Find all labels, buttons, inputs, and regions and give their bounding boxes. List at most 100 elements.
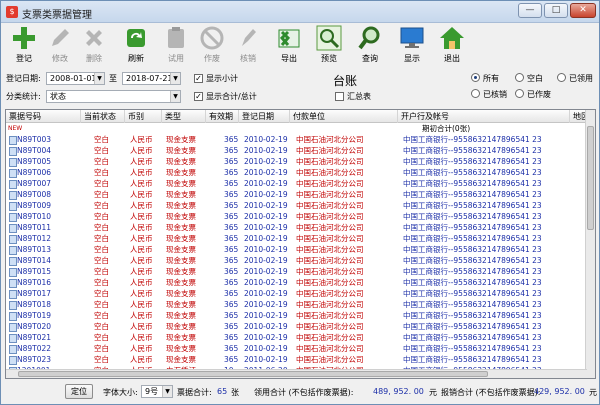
column-header[interactable]: 类型 [162, 110, 206, 123]
horizontal-scrollbar[interactable] [6, 369, 587, 378]
column-header[interactable]: 票据号码 [6, 110, 81, 123]
minimize-button[interactable]: — [518, 3, 542, 18]
table-row[interactable]: N89T008 空白 人民币 现金支票 365 2010-02-19 中国石油河北分公司 中国… [6, 189, 595, 200]
toolbar-writeoff-button[interactable]: 核销 [231, 23, 265, 67]
table-row[interactable]: N89T013 空白 人民币 现金支票 365 2010-02-19 中国石油河北分公司 中国… [6, 244, 595, 255]
table-row[interactable]: N89T020 空白 人民币 现金支票 365 2010-02-19 中国石油河北分公司 中国… [6, 321, 595, 332]
table-row[interactable]: N89T006 空白 人民币 现金支票 365 2010-02-19 中国石油河北分公司 中国… [6, 167, 595, 178]
chevron-down-icon: ▼ [170, 73, 180, 84]
table-row[interactable]: N89T021 空白 人民币 现金支票 365 2010-02-19 中国石油河北分公司 中国… [6, 332, 595, 343]
scroll-thumb[interactable] [587, 126, 594, 230]
toolbar-preview-button[interactable]: 预览 [312, 23, 346, 67]
ticket-grid[interactable]: 票据号码 当前状态 币别 类型 有效期 登记日期 付款单位 开户行及帐号 地区 … [5, 109, 596, 379]
date-from-picker[interactable]: 2008-01-01 ▼ [46, 72, 105, 85]
excel-icon [276, 25, 302, 51]
table-row[interactable]: N89T016 空白 人民币 现金支票 365 2010-02-19 中国石油河北分公司 中国… [6, 277, 595, 288]
table-row[interactable]: N89T014 空白 人民币 现金支票 365 2010-02-19 中国石油河北分公司 中国… [6, 255, 595, 266]
cell-date: 2010-02-19 [244, 168, 288, 177]
table-row[interactable]: N89T017 空白 人民币 现金支票 365 2010-02-19 中国石油河北分公司 中国… [6, 288, 595, 299]
cell-date: 2010-02-19 [244, 267, 288, 276]
close-button[interactable]: ✕ [570, 3, 596, 18]
column-header[interactable]: 付款单位 [290, 110, 398, 123]
toolbar-display-button[interactable]: 显示 [395, 23, 429, 67]
vertical-scrollbar[interactable] [585, 110, 595, 378]
cell-status: 空白 [94, 344, 109, 353]
status-radio-blank[interactable] [515, 73, 524, 82]
font-size-select[interactable]: 9号 ▼ [141, 385, 173, 398]
toolbar-edit-button[interactable]: 修改 [43, 23, 77, 67]
cell-date: 2010-02-19 [244, 212, 288, 221]
toolbar-export-button[interactable]: 导出 [272, 23, 306, 67]
show-total-label: 显示合计/总计 [206, 92, 257, 101]
table-row[interactable]: N89T011 空白 人民币 现金支票 365 2010-02-19 中国石油河北分公司 中国… [6, 222, 595, 233]
table-row[interactable]: N89T015 空白 人民币 现金支票 365 2010-02-19 中国石油河北分公司 中国… [6, 266, 595, 277]
status-radio-all[interactable] [471, 73, 480, 82]
ledger-title: 台账 [333, 74, 358, 88]
cell-valid: 365 [224, 201, 239, 210]
column-header[interactable]: 开户行及帐号 [398, 110, 570, 123]
cell-currency: 人民币 [130, 212, 153, 221]
cell-valid: 365 [224, 300, 239, 309]
cell-currency: 人民币 [130, 168, 153, 177]
cell-date: 2010-02-19 [244, 300, 288, 309]
cell-date: 2010-02-19 [244, 355, 288, 364]
group-label: 分类统计: [6, 92, 41, 101]
cell-currency: 人民币 [130, 300, 153, 309]
table-row[interactable]: N89T010 空白 人民币 现金支票 365 2010-02-19 中国石油河北分公司 中国… [6, 211, 595, 222]
table-row[interactable]: N89T004 空白 人民币 现金支票 365 2010-02-19 中国石油河北分公司 中国… [6, 145, 595, 156]
toolbar-query-button[interactable]: 查询 [353, 23, 387, 67]
cell-no: N89T013 [8, 244, 81, 255]
maximize-button[interactable]: □ [544, 3, 568, 18]
table-row[interactable]: N89T022 空白 人民币 现金支票 365 2010-02-19 中国石油河北分公司 中国… [6, 343, 595, 354]
toolbar-refresh-button[interactable]: 刷新 [119, 23, 153, 67]
column-header[interactable]: 币别 [125, 110, 162, 123]
scroll-thumb[interactable] [18, 371, 488, 377]
cell-currency: 人民币 [130, 267, 153, 276]
toolbar-exit-button[interactable]: 退出 [435, 23, 469, 67]
date-to-picker[interactable]: 2018-07-21 ▼ [122, 72, 181, 85]
show-total-checkbox[interactable]: ✓ [194, 92, 203, 101]
table-row[interactable]: N89T005 空白 人民币 现金支票 365 2010-02-19 中国石油河北分公司 中国… [6, 156, 595, 167]
table-row[interactable]: N89T009 空白 人民币 现金支票 365 2010-02-19 中国石油河北分公司 中国… [6, 200, 595, 211]
table-row[interactable]: N89T012 空白 人民币 现金支票 365 2010-02-19 中国石油河北分公司 中国… [6, 233, 595, 244]
toolbar-delete-button[interactable]: 删除 [77, 23, 111, 67]
report-total-value: 429, 952. 00 [534, 387, 585, 396]
summary-table-checkbox[interactable] [335, 92, 344, 101]
cell-status: 空白 [94, 168, 109, 177]
status-radio-used[interactable] [557, 73, 566, 82]
column-header[interactable]: 有效期 [206, 110, 239, 123]
cell-status: 空白 [94, 267, 109, 276]
cell-bank: 中国工商银行--9558632147896541 23 [403, 322, 542, 331]
group-select[interactable]: 状态 ▼ [46, 90, 181, 103]
locate-button[interactable]: 定位 [65, 384, 93, 399]
table-row[interactable]: N89T018 空白 人民币 现金支票 365 2010-02-19 中国石油河北分公司 中国… [6, 299, 595, 310]
cell-valid: 365 [224, 168, 239, 177]
toolbar-trial-button[interactable]: 试用 [159, 23, 193, 67]
grid-header: 票据号码 当前状态 币别 类型 有效期 登记日期 付款单位 开户行及帐号 地区 [6, 110, 595, 123]
cell-valid: 365 [224, 344, 239, 353]
table-row[interactable]: N89T019 空白 人民币 现金支票 365 2010-02-19 中国石油河北分公司 中国… [6, 310, 595, 321]
cell-status: 空白 [94, 146, 109, 155]
toolbar-register-button[interactable]: 登记 [7, 23, 41, 67]
column-header[interactable]: 登记日期 [239, 110, 290, 123]
column-header[interactable]: 当前状态 [81, 110, 125, 123]
cell-date: 2010-02-19 [244, 289, 288, 298]
cell-bank: 中国工商银行--9558632147896541 23 [403, 212, 542, 221]
cell-type: 现金支票 [166, 234, 196, 243]
status-radio-voided[interactable] [515, 89, 524, 98]
table-row[interactable]: N89T023 空白 人民币 现金支票 365 2010-02-19 中国石油河北分公司 中国… [6, 354, 595, 365]
cell-status: 空白 [94, 278, 109, 287]
cell-no: N89T014 [8, 255, 81, 266]
toolbar-void-button[interactable]: 作废 [195, 23, 229, 67]
cell-status: 空白 [94, 311, 109, 320]
chevron-down-icon: ▼ [170, 91, 180, 102]
cell-valid: 365 [224, 322, 239, 331]
cell-payer: 中国石油河北分公司 [296, 267, 364, 276]
cell-currency: 人民币 [130, 322, 153, 331]
show-subtotal-checkbox[interactable]: ✓ [194, 74, 203, 83]
status-radio-writtenoff[interactable] [471, 89, 480, 98]
report-total-label: 报销合计 (不包括作废票据): [441, 388, 541, 397]
table-row[interactable]: N89T003 空白 人民币 现金支票 365 2010-02-19 中国石油河北分公司 中国… [6, 134, 595, 145]
cell-status: 空白 [94, 289, 109, 298]
table-row[interactable]: N89T007 空白 人民币 现金支票 365 2010-02-19 中国石油河北分公司 中国… [6, 178, 595, 189]
